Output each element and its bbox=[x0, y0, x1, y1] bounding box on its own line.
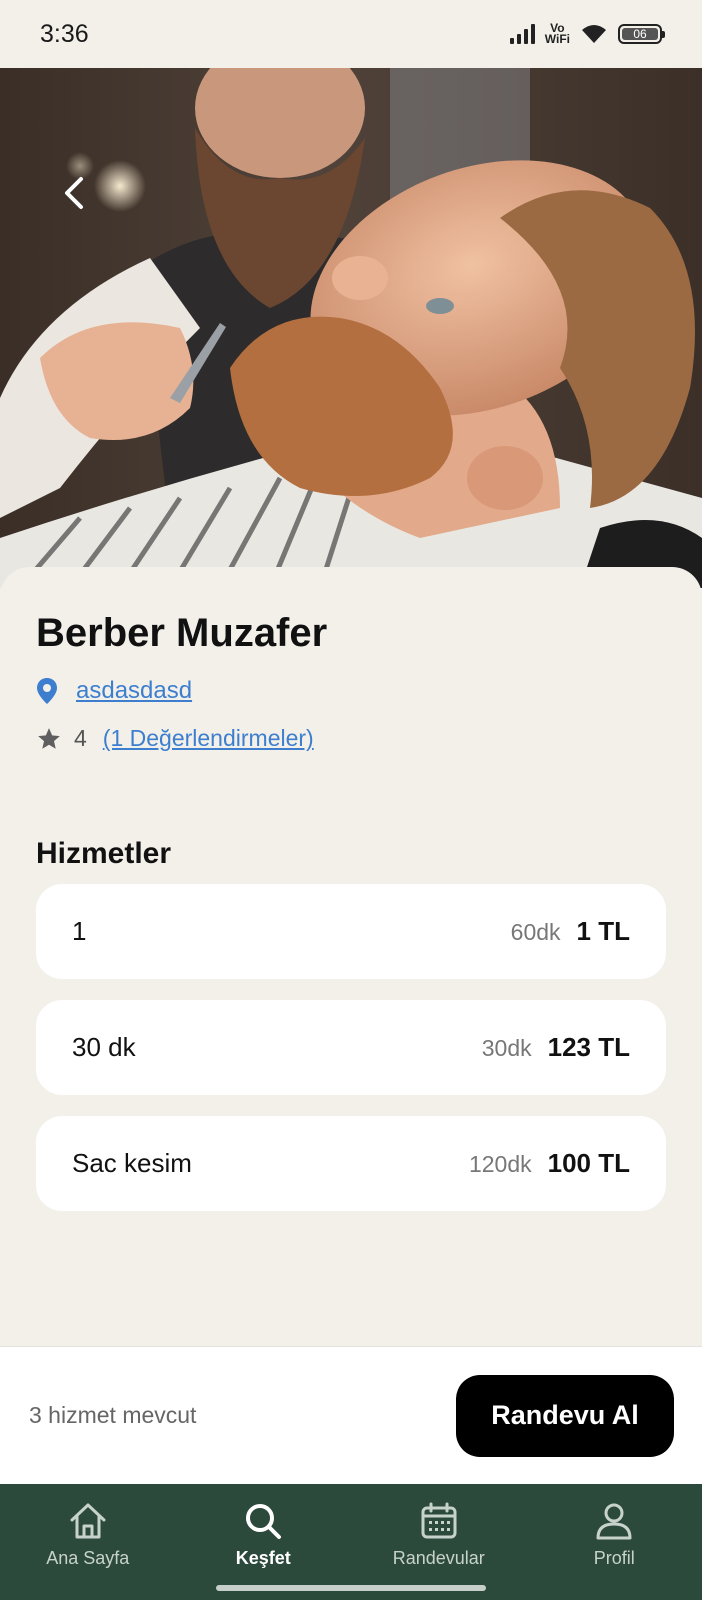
nav-label-explore: Keşfet bbox=[235, 1548, 291, 1568]
home-icon bbox=[70, 1503, 106, 1539]
service-price: 1 TL bbox=[576, 916, 630, 946]
back-button[interactable] bbox=[52, 168, 96, 218]
rating-row: 4 (1 Değerlendirmeler) bbox=[36, 725, 314, 752]
available-services-text: 3 hizmet mevcut bbox=[29, 1402, 197, 1428]
calendar-icon bbox=[421, 1502, 457, 1539]
nav-label-appointments: Randevular bbox=[392, 1548, 485, 1568]
nav-item-explore[interactable]: Keşfet bbox=[176, 1484, 352, 1600]
service-duration: 60dk bbox=[510, 919, 561, 945]
nav-item-profile[interactable]: Profil bbox=[527, 1484, 702, 1600]
screen: 3:36 Vo WiFi 06 Berber Muzafer asdasdasd… bbox=[0, 0, 702, 1600]
search-icon bbox=[246, 1504, 282, 1539]
wifi-icon bbox=[582, 25, 606, 43]
home-indicator bbox=[216, 1585, 486, 1591]
book-appointment-button[interactable]: Randevu Al bbox=[456, 1374, 674, 1457]
vowifi-bottom: WiFi bbox=[544, 32, 570, 46]
service-item[interactable]: Sac kesim 120dk 100 TL bbox=[36, 1116, 666, 1211]
service-duration: 120dk bbox=[468, 1151, 532, 1177]
status-time: 3:36 bbox=[40, 19, 89, 48]
nav-item-home[interactable]: Ana Sayfa bbox=[0, 1484, 176, 1600]
star-icon bbox=[38, 727, 60, 749]
service-meta: 120dk 100 TL bbox=[469, 1148, 630, 1179]
service-duration: 30dk bbox=[481, 1035, 532, 1061]
service-item[interactable]: 30 dk 30dk 123 TL bbox=[36, 1000, 666, 1095]
battery-level: 06 bbox=[633, 27, 647, 41]
services-title: Hizmetler bbox=[36, 837, 172, 870]
nav-label-profile: Profil bbox=[593, 1548, 635, 1568]
nav-label-home: Ana Sayfa bbox=[46, 1548, 130, 1568]
location-row: asdasdasd bbox=[36, 677, 192, 705]
profile-icon bbox=[596, 1503, 632, 1540]
service-meta: 30dk 123 TL bbox=[482, 1032, 630, 1063]
vowifi-icon: Vo WiFi bbox=[544, 22, 570, 46]
shop-detail-card: Berber Muzafer asdasdasd 4 (1 Değerlendi… bbox=[0, 567, 702, 1347]
signal-icon bbox=[509, 24, 535, 44]
service-name: 1 bbox=[72, 916, 87, 946]
barber-photo bbox=[0, 68, 702, 588]
service-name: 30 dk bbox=[72, 1032, 136, 1062]
status-icons: Vo WiFi 06 bbox=[509, 22, 665, 46]
location-link[interactable]: asdasdasd bbox=[76, 677, 192, 705]
barber-photo-illustration bbox=[0, 68, 702, 588]
service-price: 123 TL bbox=[547, 1032, 630, 1062]
nav-item-appointments[interactable]: Randevular bbox=[351, 1484, 527, 1600]
reviews-link[interactable]: (1 Değerlendirmeler) bbox=[103, 725, 314, 752]
shop-title: Berber Muzafer bbox=[36, 611, 328, 655]
location-pin-icon bbox=[37, 678, 57, 704]
bottom-nav: Ana Sayfa Keşfet Randevular Profil bbox=[0, 1484, 702, 1600]
service-name: Sac kesim bbox=[72, 1148, 192, 1178]
rating-value: 4 bbox=[74, 725, 87, 751]
service-item[interactable]: 1 60dk 1 TL bbox=[36, 884, 666, 979]
status-bar: 3:36 Vo WiFi 06 bbox=[0, 0, 702, 68]
service-meta: 60dk 1 TL bbox=[511, 916, 630, 947]
chevron-left-icon bbox=[65, 177, 83, 209]
booking-bar: 3 hizmet mevcut Randevu Al bbox=[0, 1346, 702, 1484]
service-price: 100 TL bbox=[547, 1148, 630, 1178]
battery-icon: 06 bbox=[618, 24, 665, 44]
